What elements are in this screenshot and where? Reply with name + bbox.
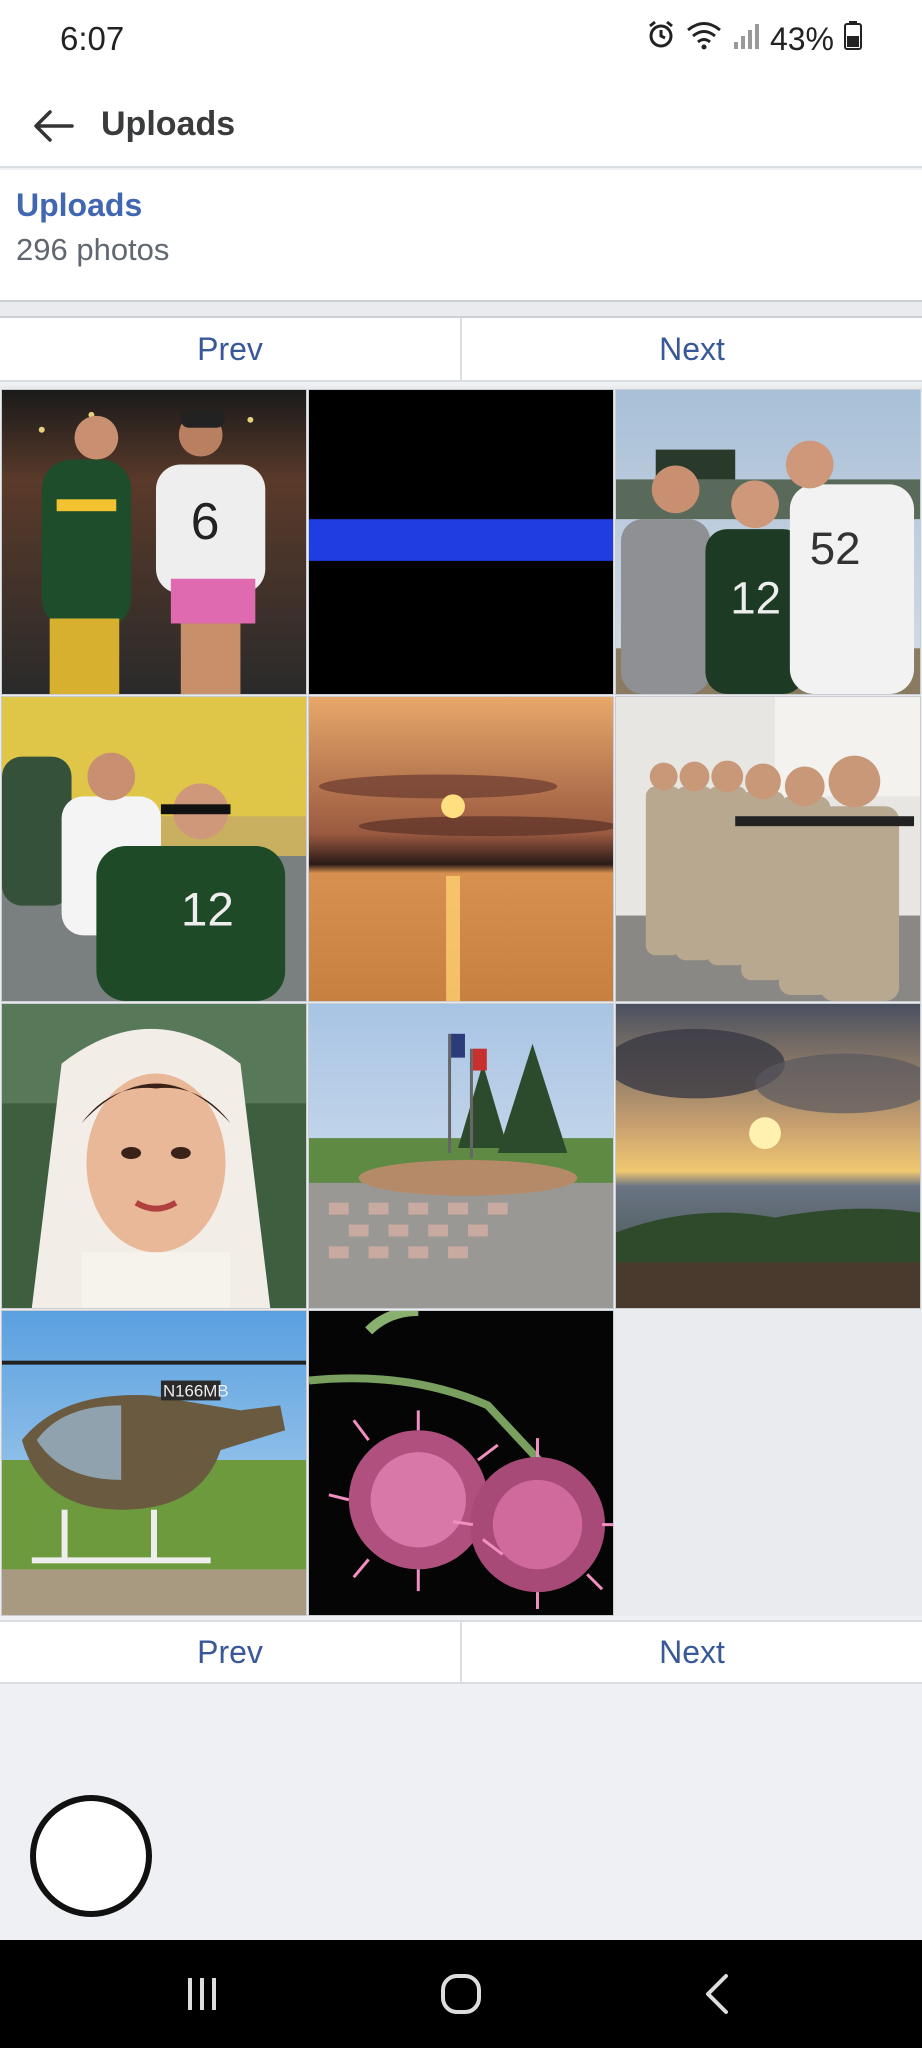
photo-thumbnail[interactable]: N166MB xyxy=(1,1310,307,1616)
album-name-link[interactable]: Uploads xyxy=(16,183,142,227)
photo-thumbnail[interactable] xyxy=(308,1310,614,1616)
app-bar: Uploads xyxy=(0,84,922,168)
album-photo-count: 296 photos xyxy=(16,232,170,267)
next-button[interactable]: Next xyxy=(460,318,922,380)
alarm-icon xyxy=(646,20,676,58)
photo-thumbnail[interactable] xyxy=(308,696,614,1002)
svg-text:6: 6 xyxy=(191,492,220,550)
wifi-icon xyxy=(686,20,722,58)
section-divider xyxy=(0,300,922,318)
photo-thumbnail[interactable] xyxy=(308,1003,614,1309)
photo-thumbnail[interactable]: 6 xyxy=(1,389,307,695)
battery-percent: 43% xyxy=(769,20,834,57)
photo-thumbnail[interactable] xyxy=(1,1003,307,1309)
photo-thumbnail[interactable] xyxy=(308,389,614,695)
back-nav-button[interactable] xyxy=(688,1966,748,2022)
battery-icon xyxy=(844,20,862,58)
aircraft-registration: N166MB xyxy=(163,1381,229,1400)
back-arrow-icon xyxy=(34,110,74,142)
album-header: Uploads 296 photos xyxy=(0,170,922,300)
photo-grid: 6 12 52 12 N166MB xyxy=(0,386,922,1616)
status-bar: 6:07 43% xyxy=(0,0,922,84)
prev-button[interactable]: Prev xyxy=(0,1622,460,1682)
recents-icon xyxy=(188,1978,216,2010)
system-nav-bar xyxy=(0,1940,922,2048)
photo-thumbnail[interactable] xyxy=(615,696,921,1002)
svg-text:12: 12 xyxy=(730,573,781,624)
back-icon xyxy=(706,1974,728,2014)
recents-button[interactable] xyxy=(172,1966,232,2022)
photo-thumbnail[interactable]: 12 52 xyxy=(615,389,921,695)
photo-thumbnail[interactable]: 12 xyxy=(1,696,307,1002)
home-button[interactable] xyxy=(431,1966,491,2022)
back-button[interactable] xyxy=(26,98,82,154)
svg-text:12: 12 xyxy=(181,883,234,936)
photo-thumbnail[interactable] xyxy=(615,1003,921,1309)
signal-icon xyxy=(732,21,760,58)
status-time: 6:07 xyxy=(60,20,125,57)
prev-button[interactable]: Prev xyxy=(0,318,460,380)
floating-circle-button[interactable] xyxy=(30,1795,152,1917)
svg-text:52: 52 xyxy=(810,523,861,574)
page-title: Uploads xyxy=(101,105,236,143)
pager-top: Prev Next xyxy=(0,318,922,382)
home-icon xyxy=(441,1974,481,2014)
status-icons: 43% xyxy=(646,20,862,58)
next-button[interactable]: Next xyxy=(460,1622,922,1682)
pager-bottom: Prev Next xyxy=(0,1620,922,1684)
